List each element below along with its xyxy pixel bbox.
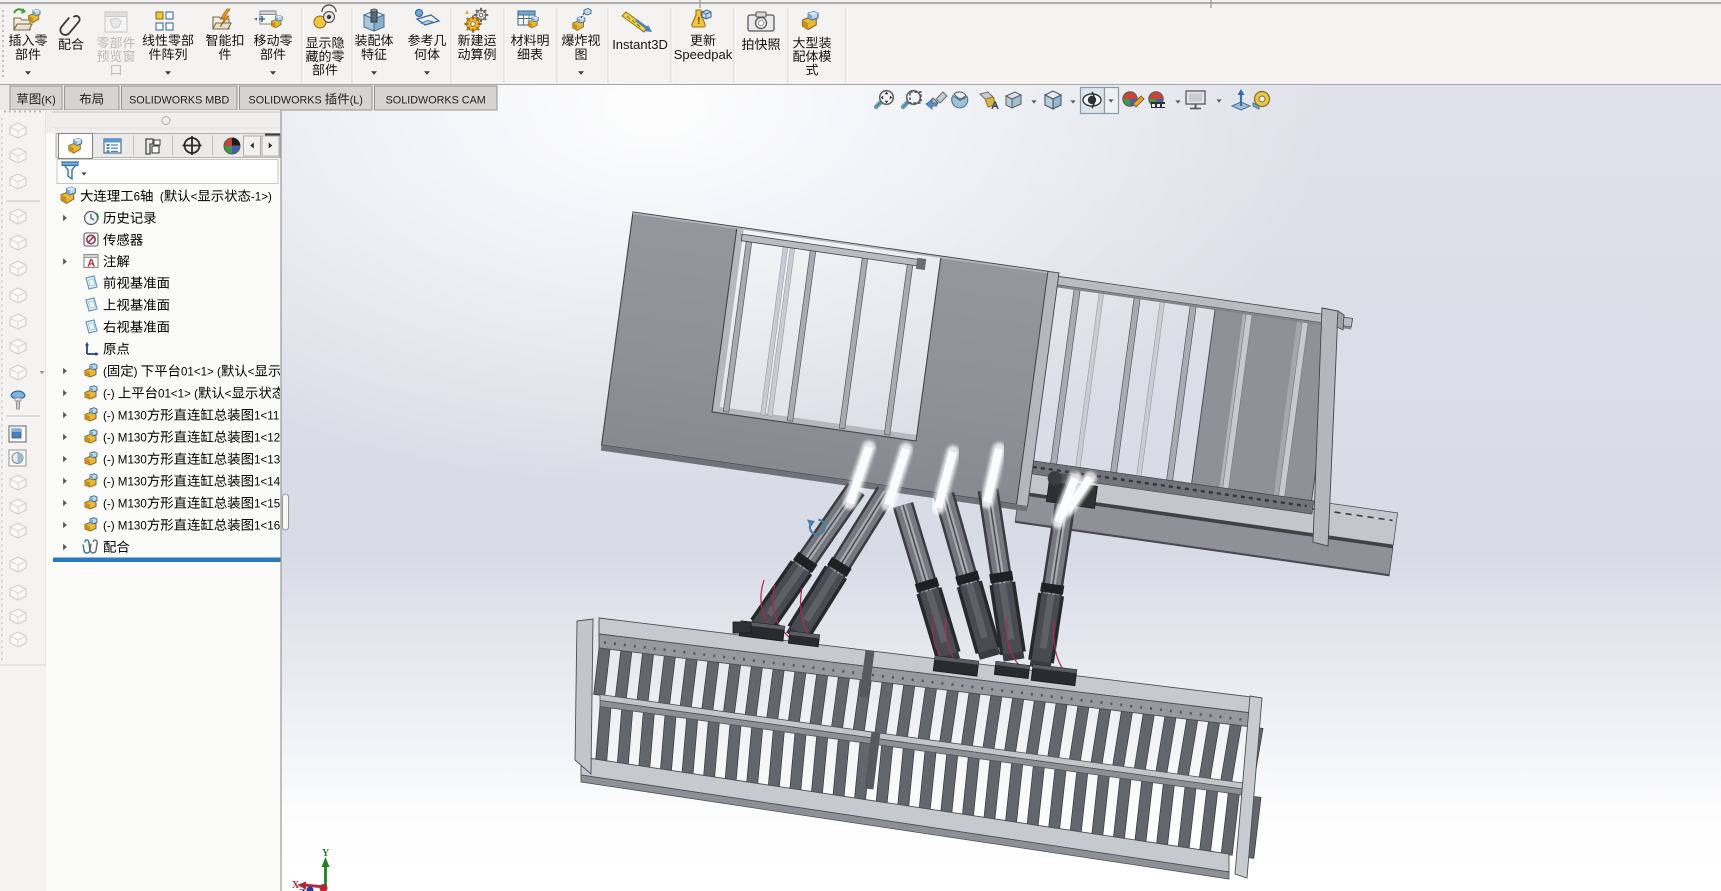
svg-text:<: <: [191, 191, 198, 204]
svg-text:(-) M130: (-) M130: [103, 432, 147, 445]
svg-text:1<12: 1<12: [254, 432, 280, 445]
svg-text:6: 6: [134, 191, 140, 204]
svg-text:SOLIDWORKS: SOLIDWORKS: [249, 95, 325, 107]
svg-text:(-) M130: (-) M130: [103, 410, 147, 423]
svg-text:SOLIDWORKS CAM: SOLIDWORKS CAM: [386, 95, 486, 107]
svg-text:<: <: [248, 366, 255, 379]
svg-text:1<11: 1<11: [254, 410, 279, 423]
svg-text:Y: Y: [322, 848, 330, 859]
svg-text:A: A: [87, 258, 95, 270]
svg-text:!: !: [697, 16, 700, 27]
svg-text:Speedpak: Speedpak: [674, 47, 733, 62]
svg-text:(-) M130: (-) M130: [103, 476, 147, 489]
svg-text:<: <: [225, 388, 232, 401]
svg-text:(-) M130: (-) M130: [103, 498, 147, 511]
svg-text:1<13: 1<13: [254, 454, 280, 467]
svg-text:): ): [134, 366, 141, 379]
svg-text:-1>): -1>): [251, 191, 272, 204]
svg-text:(-): (-): [103, 388, 118, 401]
svg-text:1<14: 1<14: [254, 476, 281, 489]
svg-text:(K): (K): [41, 95, 55, 107]
svg-text:Instant3D: Instant3D: [612, 37, 668, 52]
svg-text:SOLIDWORKS MBD: SOLIDWORKS MBD: [129, 95, 229, 107]
svg-text:(: (: [103, 366, 107, 379]
svg-text:X: X: [292, 880, 300, 891]
svg-text:1<16: 1<16: [254, 520, 280, 533]
svg-text:01<1> (: 01<1> (: [181, 366, 221, 379]
svg-text:01<1> (: 01<1> (: [158, 388, 198, 401]
svg-text:A: A: [991, 100, 999, 112]
svg-text:(-) M130: (-) M130: [103, 454, 147, 467]
svg-text:1<15: 1<15: [254, 498, 280, 511]
svg-text:(: (: [153, 191, 163, 204]
svg-text:(L): (L): [350, 95, 363, 107]
svg-text:(-) M130: (-) M130: [103, 520, 147, 533]
